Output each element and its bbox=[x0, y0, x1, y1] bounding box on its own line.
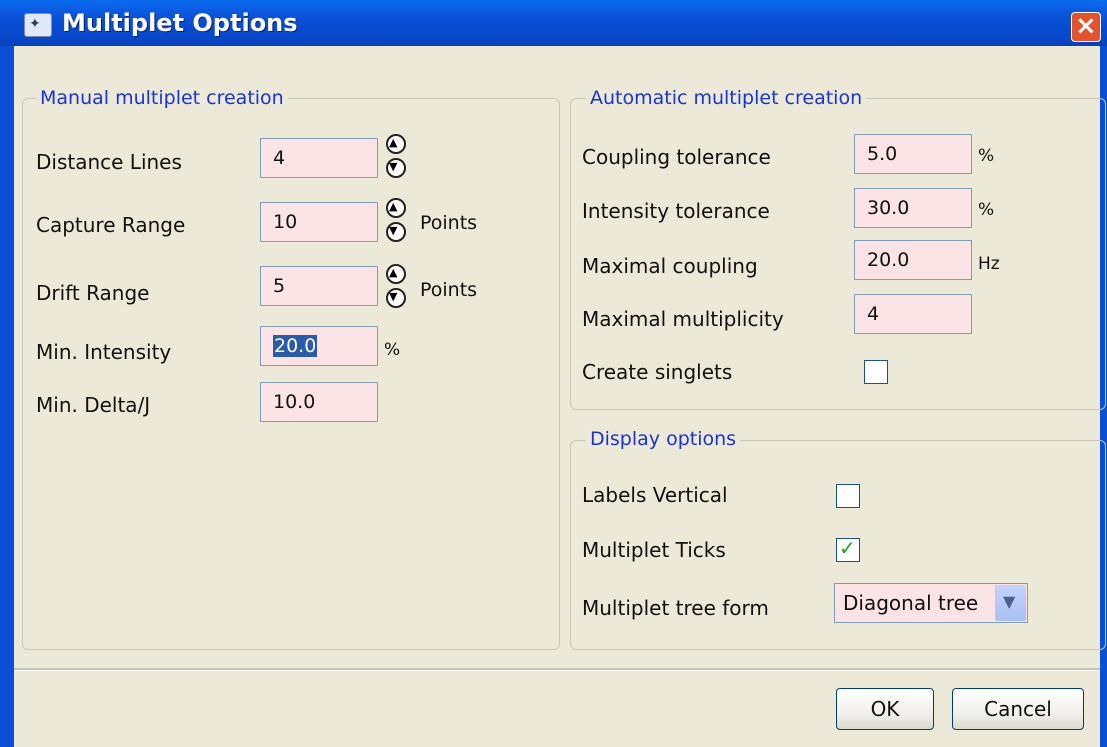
cancel-button[interactable]: Cancel bbox=[952, 688, 1084, 730]
spin-up-icon[interactable]: ▲ bbox=[386, 264, 406, 284]
maximal-coupling-label: Maximal coupling bbox=[582, 254, 758, 278]
dropdown-button[interactable]: ▼ bbox=[995, 585, 1026, 621]
manual-legend: Manual multiplet creation bbox=[36, 87, 288, 109]
spin-down-icon[interactable]: ▼ bbox=[386, 288, 406, 308]
spin-down-icon[interactable]: ▼ bbox=[386, 222, 406, 242]
tree-form-value: Diagonal tree bbox=[843, 591, 979, 615]
display-legend: Display options bbox=[586, 428, 741, 450]
capture-range-unit: Points bbox=[420, 212, 478, 234]
maximal-coupling-unit: Hz bbox=[978, 254, 1000, 274]
intensity-tolerance-input[interactable]: 30.0 bbox=[854, 188, 972, 228]
drift-range-spinner[interactable]: ▲ ▼ bbox=[386, 264, 406, 312]
title-bar[interactable]: ✦ Multiplet Options × bbox=[0, 0, 1107, 46]
min-intensity-unit: % bbox=[384, 340, 401, 360]
footer-divider bbox=[14, 668, 1100, 671]
capture-range-input[interactable]: 10 bbox=[260, 202, 378, 242]
capture-range-spinner[interactable]: ▲ ▼ bbox=[386, 198, 406, 246]
tree-form-select[interactable]: Diagonal tree ▼ bbox=[834, 583, 1028, 623]
window-title: Multiplet Options bbox=[62, 9, 298, 37]
multiplet-options-dialog: ✦ Multiplet Options × Manual multiplet c… bbox=[0, 0, 1107, 747]
ok-button[interactable]: OK bbox=[836, 688, 934, 730]
min-intensity-label: Min. Intensity bbox=[36, 340, 172, 364]
maximal-coupling-input[interactable]: 20.0 bbox=[854, 240, 972, 280]
app-icon: ✦ bbox=[24, 13, 52, 37]
min-intensity-value: 20.0 bbox=[273, 335, 318, 357]
spin-up-icon[interactable]: ▲ bbox=[386, 134, 406, 154]
distance-lines-label: Distance Lines bbox=[36, 150, 182, 174]
checkmark-icon: ✓ bbox=[839, 536, 856, 560]
drift-range-input[interactable]: 5 bbox=[260, 266, 378, 306]
spin-down-icon[interactable]: ▼ bbox=[386, 158, 406, 178]
distance-lines-spinner[interactable]: ▲ ▼ bbox=[386, 134, 406, 182]
coupling-tolerance-unit: % bbox=[978, 146, 995, 166]
min-delta-j-input[interactable]: 10.0 bbox=[260, 382, 378, 422]
close-button[interactable]: × bbox=[1071, 11, 1101, 42]
labels-vertical-label: Labels Vertical bbox=[582, 483, 728, 507]
min-intensity-input[interactable]: 20.0 bbox=[260, 326, 378, 366]
distance-lines-input[interactable]: 4 bbox=[260, 138, 378, 178]
coupling-tolerance-label: Coupling tolerance bbox=[582, 145, 771, 169]
multiplet-ticks-checkbox[interactable]: ✓ bbox=[836, 536, 860, 562]
min-delta-j-label: Min. Delta/J bbox=[36, 393, 151, 417]
chevron-down-icon: ▼ bbox=[1003, 592, 1016, 611]
drift-range-label: Drift Range bbox=[36, 281, 150, 305]
drift-range-unit: Points bbox=[420, 279, 478, 301]
window-frame-left bbox=[0, 46, 14, 747]
labels-vertical-checkbox[interactable] bbox=[836, 484, 860, 508]
create-singlets-checkbox[interactable] bbox=[864, 360, 888, 384]
maximal-multiplicity-label: Maximal multiplicity bbox=[582, 307, 784, 331]
coupling-tolerance-input[interactable]: 5.0 bbox=[854, 134, 972, 174]
close-icon: × bbox=[1075, 11, 1097, 41]
intensity-tolerance-unit: % bbox=[978, 200, 995, 220]
multiplet-ticks-label: Multiplet Ticks bbox=[582, 538, 726, 562]
spin-up-icon[interactable]: ▲ bbox=[386, 198, 406, 218]
capture-range-label: Capture Range bbox=[36, 213, 186, 237]
manual-group bbox=[22, 98, 560, 650]
intensity-tolerance-label: Intensity tolerance bbox=[582, 199, 770, 223]
tree-form-label: Multiplet tree form bbox=[582, 596, 769, 620]
automatic-legend: Automatic multiplet creation bbox=[586, 87, 867, 109]
create-singlets-label: Create singlets bbox=[582, 360, 733, 384]
maximal-multiplicity-input[interactable]: 4 bbox=[854, 294, 972, 334]
